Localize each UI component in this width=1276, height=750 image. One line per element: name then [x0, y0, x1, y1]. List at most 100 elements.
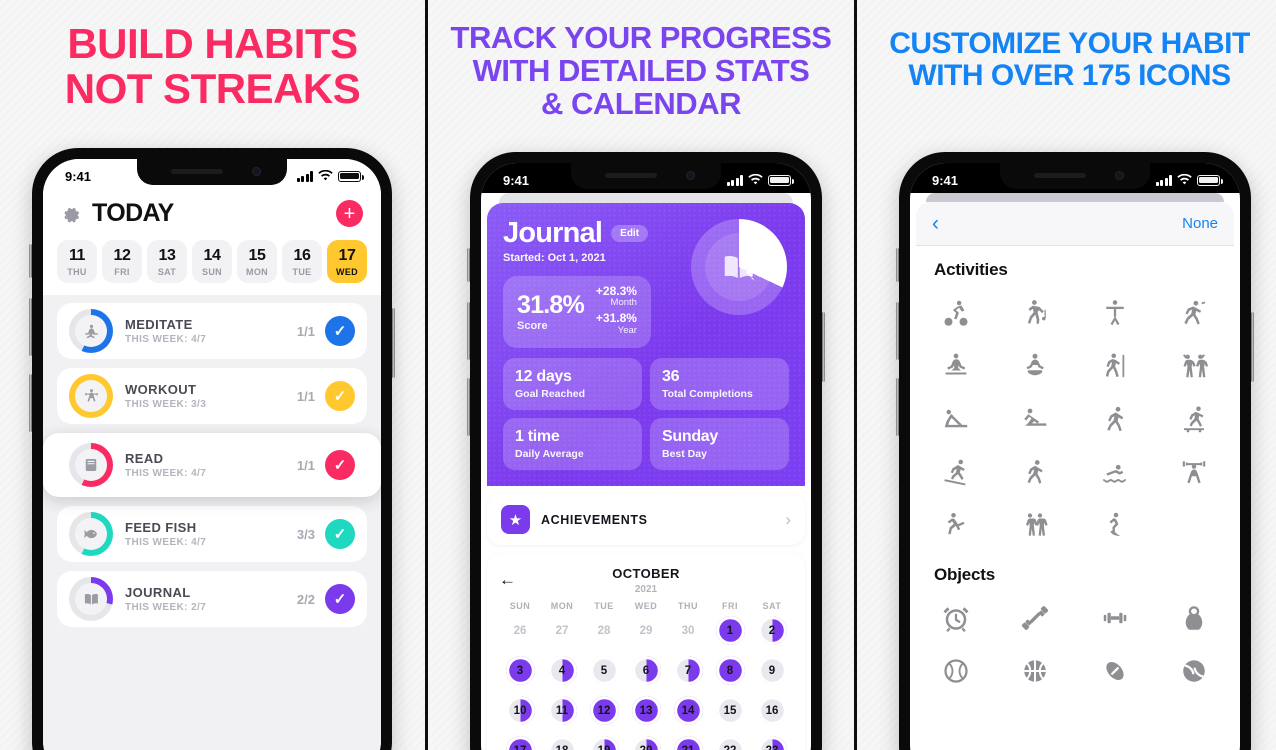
- baseball-icon[interactable]: [916, 644, 996, 697]
- calendar-day[interactable]: 21: [667, 733, 709, 750]
- calendar-day-ring: 26: [513, 624, 527, 637]
- basketball-icon[interactable]: [996, 644, 1076, 697]
- stat-label: Total Completions: [662, 388, 753, 401]
- add-habit-button[interactable]: +: [336, 200, 363, 227]
- habit-check-button[interactable]: ✓: [325, 519, 355, 549]
- chevron-left-icon[interactable]: ‹: [932, 213, 939, 234]
- tennis-ball-icon[interactable]: [1155, 644, 1235, 697]
- calendar-day[interactable]: 19: [583, 733, 625, 750]
- calendar-header: ← OCTOBER 2021: [499, 563, 793, 597]
- stat-value: 1 time: [515, 428, 560, 446]
- habit-row[interactable]: JOURNAL THIS WEEK: 2/7 2/2 ✓: [57, 571, 367, 627]
- calendar-day-ring: 27: [555, 624, 569, 637]
- dumbbell-icon[interactable]: [996, 591, 1076, 644]
- calendar-day[interactable]: 6: [625, 653, 667, 688]
- calendar-day[interactable]: 26: [499, 613, 541, 648]
- date-cell-wed[interactable]: 17 WED: [327, 240, 367, 283]
- dance-icon[interactable]: [996, 286, 1076, 339]
- calendar-day[interactable]: 30: [667, 613, 709, 648]
- date-cell-tue[interactable]: 16 TUE: [282, 240, 322, 283]
- gear-icon[interactable]: [61, 203, 82, 224]
- skateboard-icon[interactable]: [1155, 392, 1235, 445]
- calendar-day[interactable]: 17: [499, 733, 541, 750]
- achievements-row[interactable]: ★ ACHIEVEMENTS ›: [487, 494, 805, 546]
- calendar-day[interactable]: 10: [499, 693, 541, 728]
- calendar-day[interactable]: 12: [583, 693, 625, 728]
- calendar-day[interactable]: 20: [625, 733, 667, 750]
- calendar-day[interactable]: 23: [751, 733, 793, 750]
- habit-name: FEED FISH: [125, 520, 197, 535]
- panel-build-habits: BUILD HABITS NOT STREAKS 9:41 TODAY + 11…: [0, 0, 425, 750]
- date-number: 15: [248, 247, 266, 264]
- skiing-icon[interactable]: [916, 445, 996, 498]
- calendar-day[interactable]: 27: [541, 613, 583, 648]
- picker-peek: [926, 193, 1224, 202]
- headline-panel-3: CUSTOMIZE YOUR HABIT WITH OVER 175 ICONS: [889, 27, 1250, 92]
- calendar-card: ← OCTOBER 2021 SUN MON TUE WED THU FRI SAT 26 2…: [487, 553, 805, 750]
- habit-row[interactable]: MEDITATE THIS WEEK: 4/7 1/1 ✓: [57, 303, 367, 359]
- habit-check-button[interactable]: ✓: [325, 381, 355, 411]
- calendar-day[interactable]: 11: [541, 693, 583, 728]
- calendar-day[interactable]: 29: [625, 613, 667, 648]
- cycling-icon[interactable]: [916, 286, 996, 339]
- calendar-day[interactable]: 14: [667, 693, 709, 728]
- rowing-icon[interactable]: [996, 392, 1076, 445]
- calendar-day[interactable]: 28: [583, 613, 625, 648]
- date-cell-thu[interactable]: 11 THU: [57, 240, 97, 283]
- kettlebell-icon[interactable]: [1155, 591, 1235, 644]
- calendar-day[interactable]: 13: [625, 693, 667, 728]
- jogging-icon[interactable]: [996, 445, 1076, 498]
- gymnastics-icon[interactable]: [1075, 286, 1155, 339]
- habit-row[interactable]: READ THIS WEEK: 4/7 1/1 ✓: [43, 433, 381, 497]
- date-strip[interactable]: 11 THU 12 FRI 13 SAT 14 SUN 15 MON 16 TUE 17 WED: [43, 234, 381, 295]
- habit-check-button[interactable]: ✓: [325, 316, 355, 346]
- handball-icon[interactable]: [1155, 286, 1235, 339]
- calendar-day-ring: 17: [505, 736, 535, 750]
- yoga-icon[interactable]: [916, 339, 996, 392]
- football-icon[interactable]: [1075, 644, 1155, 697]
- battery-icon: [768, 174, 794, 186]
- date-number: 12: [113, 247, 131, 264]
- calendar-day[interactable]: 22: [709, 733, 751, 750]
- habit-row[interactable]: WORKOUT THIS WEEK: 3/3 1/1 ✓: [57, 368, 367, 424]
- wrestling-icon[interactable]: [996, 498, 1076, 551]
- calendar-day[interactable]: 7: [667, 653, 709, 688]
- calendar-day[interactable]: 3: [499, 653, 541, 688]
- weight-plate-icon[interactable]: [1075, 591, 1155, 644]
- habit-row[interactable]: FEED FISH THIS WEEK: 4/7 3/3 ✓: [57, 506, 367, 562]
- edit-button[interactable]: Edit: [611, 225, 649, 242]
- calendar-day[interactable]: 18: [541, 733, 583, 750]
- date-cell-sat[interactable]: 13 SAT: [147, 240, 187, 283]
- calendar-day[interactable]: 16: [751, 693, 793, 728]
- date-cell-fri[interactable]: 12 FRI: [102, 240, 142, 283]
- martial-arts-icon[interactable]: [916, 498, 996, 551]
- habit-count: 3/3: [296, 526, 315, 542]
- date-cell-sun[interactable]: 14 SUN: [192, 240, 232, 283]
- hiking-icon[interactable]: [1075, 339, 1155, 392]
- date-cell-mon[interactable]: 15 MON: [237, 240, 277, 283]
- calendar-day[interactable]: 9: [751, 653, 793, 688]
- calendar-day[interactable]: 2: [751, 613, 793, 648]
- surfing-icon[interactable]: [1075, 498, 1155, 551]
- calendar-day-ring: 7: [673, 656, 703, 686]
- alarm-clock-icon[interactable]: [916, 591, 996, 644]
- calendar-day[interactable]: 15: [709, 693, 751, 728]
- calendar-grid[interactable]: 2627282930123456789101112131415161718192…: [499, 613, 793, 750]
- weightlifting-icon[interactable]: [1155, 445, 1235, 498]
- none-button[interactable]: None: [1182, 215, 1218, 232]
- cheer-icon[interactable]: [1155, 339, 1235, 392]
- swimming-icon[interactable]: [1075, 445, 1155, 498]
- journal-icon: [724, 256, 755, 281]
- calendar-day[interactable]: 8: [709, 653, 751, 688]
- calendar-day[interactable]: 4: [541, 653, 583, 688]
- meditate-icon[interactable]: [996, 339, 1076, 392]
- core-training-icon[interactable]: [916, 392, 996, 445]
- calendar-day[interactable]: 5: [583, 653, 625, 688]
- habit-check-button[interactable]: ✓: [325, 584, 355, 614]
- running-icon[interactable]: [1075, 392, 1155, 445]
- habit-check-button[interactable]: ✓: [325, 450, 355, 480]
- calendar-weekday: MON: [550, 601, 574, 612]
- calendar-day[interactable]: 1: [709, 613, 751, 648]
- calendar-day-ring: 9: [757, 656, 787, 686]
- front-camera-icon: [1115, 171, 1124, 180]
